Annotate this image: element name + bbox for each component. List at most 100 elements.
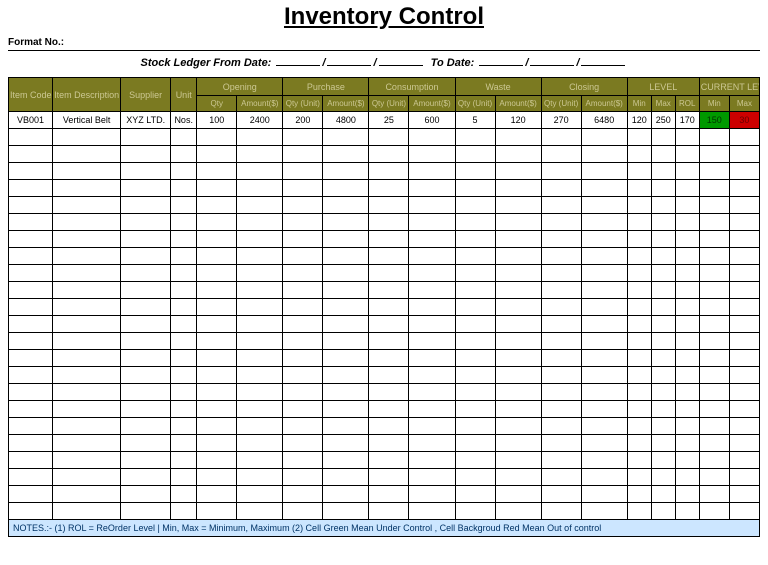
empty-cell[interactable] — [581, 503, 627, 520]
empty-cell[interactable] — [627, 146, 651, 163]
empty-cell[interactable] — [495, 333, 541, 350]
empty-cell[interactable] — [197, 231, 237, 248]
empty-cell[interactable] — [699, 163, 729, 180]
empty-cell[interactable] — [455, 129, 495, 146]
empty-cell[interactable] — [283, 350, 323, 367]
empty-cell[interactable] — [197, 129, 237, 146]
empty-cell[interactable] — [541, 418, 581, 435]
empty-cell[interactable] — [53, 333, 121, 350]
cell-level_rol[interactable]: 170 — [675, 112, 699, 129]
empty-cell[interactable] — [651, 231, 675, 248]
cell-closing_amt[interactable]: 6480 — [581, 112, 627, 129]
empty-cell[interactable] — [409, 316, 455, 333]
empty-cell[interactable] — [675, 452, 699, 469]
empty-cell[interactable] — [541, 146, 581, 163]
empty-cell[interactable] — [627, 231, 651, 248]
empty-cell[interactable] — [409, 282, 455, 299]
empty-cell[interactable] — [9, 129, 53, 146]
empty-cell[interactable] — [323, 265, 369, 282]
empty-cell[interactable] — [121, 486, 171, 503]
empty-cell[interactable] — [323, 503, 369, 520]
empty-cell[interactable] — [53, 469, 121, 486]
empty-cell[interactable] — [627, 367, 651, 384]
empty-cell[interactable] — [121, 163, 171, 180]
empty-cell[interactable] — [627, 316, 651, 333]
empty-cell[interactable] — [699, 231, 729, 248]
empty-cell[interactable] — [495, 282, 541, 299]
empty-cell[interactable] — [197, 248, 237, 265]
empty-cell[interactable] — [729, 435, 759, 452]
empty-cell[interactable] — [323, 350, 369, 367]
empty-cell[interactable] — [675, 401, 699, 418]
empty-cell[interactable] — [369, 452, 409, 469]
empty-cell[interactable] — [581, 452, 627, 469]
empty-cell[interactable] — [651, 384, 675, 401]
empty-cell[interactable] — [541, 180, 581, 197]
empty-cell[interactable] — [675, 333, 699, 350]
empty-cell[interactable] — [675, 231, 699, 248]
empty-cell[interactable] — [729, 248, 759, 265]
empty-cell[interactable] — [197, 401, 237, 418]
to-date-blank-2[interactable] — [530, 65, 574, 66]
empty-cell[interactable] — [541, 163, 581, 180]
empty-cell[interactable] — [729, 180, 759, 197]
empty-cell[interactable] — [581, 129, 627, 146]
empty-cell[interactable] — [651, 299, 675, 316]
empty-cell[interactable] — [409, 384, 455, 401]
empty-cell[interactable] — [237, 231, 283, 248]
empty-cell[interactable] — [53, 418, 121, 435]
empty-cell[interactable] — [495, 299, 541, 316]
empty-cell[interactable] — [675, 282, 699, 299]
empty-cell[interactable] — [627, 469, 651, 486]
empty-cell[interactable] — [651, 452, 675, 469]
empty-cell[interactable] — [455, 367, 495, 384]
empty-cell[interactable] — [651, 129, 675, 146]
empty-cell[interactable] — [369, 316, 409, 333]
empty-cell[interactable] — [237, 435, 283, 452]
empty-cell[interactable] — [409, 231, 455, 248]
empty-cell[interactable] — [121, 469, 171, 486]
empty-cell[interactable] — [237, 146, 283, 163]
empty-cell[interactable] — [541, 197, 581, 214]
empty-cell[interactable] — [455, 435, 495, 452]
empty-cell[interactable] — [369, 333, 409, 350]
empty-cell[interactable] — [699, 401, 729, 418]
empty-cell[interactable] — [581, 486, 627, 503]
empty-cell[interactable] — [369, 231, 409, 248]
empty-cell[interactable] — [283, 418, 323, 435]
empty-cell[interactable] — [651, 248, 675, 265]
empty-cell[interactable] — [729, 316, 759, 333]
empty-cell[interactable] — [197, 316, 237, 333]
empty-cell[interactable] — [729, 418, 759, 435]
empty-cell[interactable] — [197, 299, 237, 316]
empty-cell[interactable] — [409, 486, 455, 503]
empty-cell[interactable] — [581, 248, 627, 265]
empty-cell[interactable] — [675, 299, 699, 316]
empty-cell[interactable] — [495, 384, 541, 401]
empty-cell[interactable] — [699, 367, 729, 384]
empty-cell[interactable] — [369, 435, 409, 452]
empty-cell[interactable] — [323, 282, 369, 299]
empty-cell[interactable] — [455, 282, 495, 299]
empty-cell[interactable] — [455, 350, 495, 367]
empty-cell[interactable] — [369, 486, 409, 503]
empty-cell[interactable] — [9, 180, 53, 197]
empty-cell[interactable] — [323, 231, 369, 248]
empty-cell[interactable] — [455, 214, 495, 231]
empty-cell[interactable] — [369, 214, 409, 231]
empty-cell[interactable] — [409, 350, 455, 367]
empty-cell[interactable] — [53, 435, 121, 452]
empty-cell[interactable] — [171, 146, 197, 163]
empty-cell[interactable] — [237, 265, 283, 282]
empty-cell[interactable] — [627, 452, 651, 469]
from-date-blank-2[interactable] — [327, 65, 371, 66]
empty-cell[interactable] — [237, 486, 283, 503]
empty-cell[interactable] — [121, 214, 171, 231]
empty-cell[interactable] — [53, 384, 121, 401]
empty-cell[interactable] — [323, 146, 369, 163]
empty-cell[interactable] — [409, 146, 455, 163]
empty-cell[interactable] — [455, 503, 495, 520]
empty-cell[interactable] — [323, 384, 369, 401]
empty-cell[interactable] — [121, 231, 171, 248]
empty-cell[interactable] — [197, 146, 237, 163]
